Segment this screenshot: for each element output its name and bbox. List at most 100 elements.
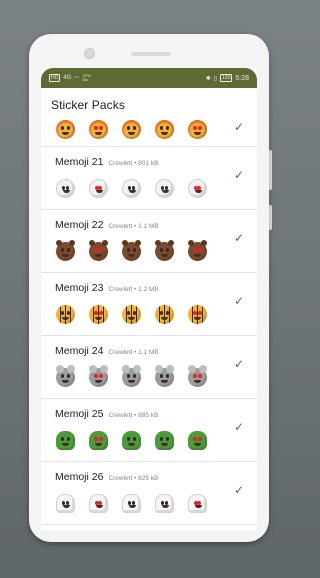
ghost-face-icon — [188, 493, 207, 513]
cactus-face-icon — [122, 430, 141, 450]
ear-shape — [135, 239, 141, 246]
volume-button — [269, 150, 272, 190]
sticker-pack-row[interactable]: Memoji 26 Crewlett • 825 kB ✓ — [41, 462, 257, 525]
skull-face-icon — [122, 178, 141, 198]
pack-title: Memoji 24 Crewlett • 1.1 MB — [55, 345, 159, 357]
sticker-pack-row[interactable]: Memoji 25 Crewlett • 885 kB ✓ — [41, 399, 257, 462]
pack-size: 1.2 MB — [138, 286, 159, 293]
cactus-sticker-icon — [82, 427, 115, 453]
added-check-icon[interactable]: ✓ — [233, 232, 245, 244]
bear-face-icon — [155, 239, 174, 261]
ear-shape — [122, 239, 128, 246]
mouth-shape — [62, 131, 69, 135]
ear-shape — [166, 364, 174, 373]
clock: 5:28 — [235, 74, 249, 82]
cactus-sticker-icon — [115, 427, 148, 453]
bear-sticker-icon — [49, 238, 82, 264]
lion-sticker-icon — [82, 116, 115, 142]
pack-meta: Crewlett • 825 kB — [108, 475, 158, 482]
pack-name: Memoji 25 — [55, 408, 104, 420]
sticker-preview-strip — [49, 490, 214, 516]
ear-shape — [102, 239, 108, 246]
mouth-shape — [62, 316, 69, 320]
lion-face-icon — [188, 119, 207, 139]
ghost-face-icon — [122, 493, 141, 513]
mouth-shape — [95, 131, 102, 135]
koala-face-icon — [122, 364, 141, 387]
pack-author: Crewlett — [108, 223, 133, 230]
mouth-shape — [195, 504, 202, 508]
mouth-shape — [128, 316, 135, 320]
mouth-shape — [194, 316, 201, 320]
koala-sticker-icon — [82, 364, 115, 390]
lion-sticker-icon — [115, 116, 148, 142]
cactus-sticker-icon — [148, 427, 181, 453]
added-check-icon[interactable]: ✓ — [233, 421, 245, 433]
bear-sticker-icon — [115, 238, 148, 264]
ear-shape — [188, 364, 196, 373]
mouth-shape — [161, 253, 168, 257]
page-title: Sticker Packs — [51, 98, 125, 112]
ear-shape — [201, 239, 207, 246]
mouth-shape — [161, 442, 168, 446]
bear-face-icon — [89, 239, 108, 261]
phone-frame: HD 4G ◠ 37% 8/s ✱ ▯ 100 5:28 Sticker Pac… — [29, 34, 269, 542]
skull-face-icon — [188, 178, 207, 198]
front-camera — [84, 48, 95, 59]
pack-title: Memoji 22 Crewlett • 1.1 MB — [55, 219, 159, 231]
sticker-pack-list[interactable]: ✓ Memoji 21 Crewlett • 801 kB ✓ Memoji 22 Cre… — [41, 114, 257, 525]
mouth-shape — [95, 253, 102, 257]
ear-shape — [89, 364, 97, 373]
tiger-face-icon — [89, 304, 108, 324]
added-check-icon[interactable]: ✓ — [233, 121, 245, 133]
added-check-icon[interactable]: ✓ — [233, 295, 245, 307]
cactus-face-icon — [155, 430, 174, 450]
skull-sticker-icon — [148, 175, 181, 201]
ear-shape — [89, 239, 95, 246]
hd-indicator: HD — [49, 74, 61, 82]
sticker-pack-row[interactable]: Memoji 22 Crewlett • 1.1 MB ✓ — [41, 210, 257, 273]
pack-meta: Crewlett • 1.1 MB — [108, 223, 158, 230]
lion-face-icon — [89, 119, 108, 139]
koala-sticker-icon — [49, 364, 82, 390]
ear-shape — [67, 364, 75, 373]
tiger-sticker-icon — [148, 301, 181, 327]
koala-face-icon — [188, 364, 207, 387]
ghost-face-icon — [56, 493, 75, 513]
sticker-pack-row[interactable]: ✓ — [41, 114, 257, 147]
bear-sticker-icon — [181, 238, 214, 264]
signal-4g-icon: 4G — [63, 75, 72, 81]
ear-shape — [199, 364, 207, 373]
mouth-shape — [194, 379, 201, 383]
added-check-icon[interactable]: ✓ — [233, 169, 245, 181]
added-check-icon[interactable]: ✓ — [233, 358, 245, 370]
sticker-pack-row[interactable]: Memoji 24 Crewlett • 1.1 MB ✓ — [41, 336, 257, 399]
tiger-sticker-icon — [181, 301, 214, 327]
ear-shape — [155, 364, 163, 373]
cactus-face-icon — [89, 430, 108, 450]
earpiece-speaker — [131, 52, 171, 56]
app-screen: HD 4G ◠ 37% 8/s ✱ ▯ 100 5:28 Sticker Pac… — [41, 68, 257, 530]
ear-shape — [122, 364, 130, 373]
sticker-pack-row[interactable]: Memoji 23 Crewlett • 1.2 MB ✓ — [41, 273, 257, 336]
lion-sticker-icon — [49, 116, 82, 142]
lion-face-icon — [56, 119, 75, 139]
koala-face-icon — [155, 364, 174, 387]
mouth-shape — [62, 379, 69, 383]
mouth-shape — [162, 504, 169, 508]
mouth-shape — [62, 253, 69, 257]
ear-shape — [56, 364, 64, 373]
tiger-face-icon — [56, 304, 75, 324]
mouth-shape — [128, 253, 135, 257]
cactus-face-icon — [188, 430, 207, 450]
pack-name: Memoji 23 — [55, 282, 104, 294]
ear-shape — [168, 239, 174, 246]
ghost-sticker-icon — [181, 490, 214, 516]
ear-shape — [69, 239, 75, 246]
cactus-sticker-icon — [181, 427, 214, 453]
bear-face-icon — [122, 239, 141, 261]
added-check-icon[interactable]: ✓ — [233, 484, 245, 496]
sticker-pack-row[interactable]: Memoji 21 Crewlett • 801 kB ✓ — [41, 147, 257, 210]
ghost-sticker-icon — [148, 490, 181, 516]
pack-author: Crewlett — [108, 475, 133, 482]
